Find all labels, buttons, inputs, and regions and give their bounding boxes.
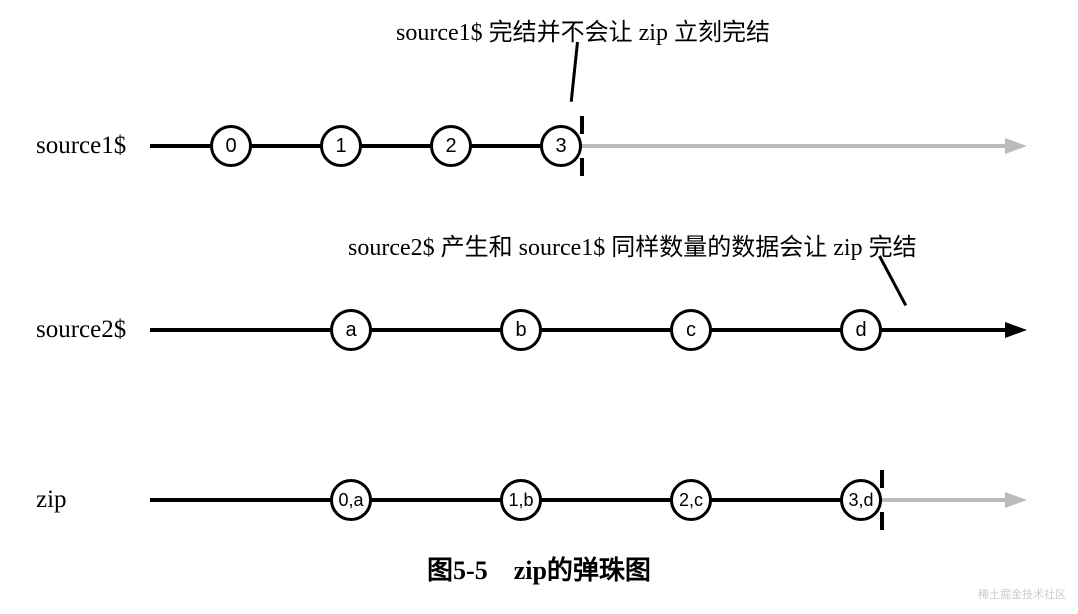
marble-source1-3: 3 bbox=[540, 125, 582, 167]
marble-zip-2: 2,c bbox=[670, 479, 712, 521]
timeline-source2-arrow bbox=[1005, 322, 1027, 338]
marble-source1-2: 2 bbox=[430, 125, 472, 167]
marble-source2-a: a bbox=[330, 309, 372, 351]
marble-source2-b: b bbox=[500, 309, 542, 351]
figure-caption: 图5-5 zip的弹珠图 bbox=[0, 550, 1078, 587]
timeline-zip-arrow bbox=[1005, 492, 1027, 508]
marble-source2-d: d bbox=[840, 309, 882, 351]
watermark: 稀土掘金技术社区 bbox=[978, 586, 1066, 602]
marble-zip-3: 3,d bbox=[840, 479, 882, 521]
annotation-source1-complete: source1$ 完结并不会让 zip 立刻完结 bbox=[396, 12, 770, 47]
stream-label-source1: source1$ bbox=[36, 132, 126, 160]
stream-label-source2: source2$ bbox=[36, 316, 126, 344]
marble-zip-1: 1,b bbox=[500, 479, 542, 521]
marble-source2-c: c bbox=[670, 309, 712, 351]
stream-label-zip: zip bbox=[36, 486, 67, 514]
annotation-source2-zip-complete: source2$ 产生和 source1$ 同样数量的数据会让 zip 完结 bbox=[348, 227, 917, 262]
marble-source1-0: 0 bbox=[210, 125, 252, 167]
annotation-pointer-2 bbox=[878, 255, 907, 306]
marble-source1-1: 1 bbox=[320, 125, 362, 167]
timeline-source1-completed bbox=[582, 144, 1005, 148]
marble-zip-0: 0,a bbox=[330, 479, 372, 521]
timeline-source1-arrow bbox=[1005, 138, 1027, 154]
annotation-pointer-1 bbox=[570, 42, 579, 102]
diagram-canvas: source1$ 完结并不会让 zip 立刻完结 source1$ 0 1 2 … bbox=[0, 0, 1078, 614]
complete-tick-source1-top bbox=[580, 116, 584, 134]
complete-tick-zip-bot bbox=[880, 512, 884, 530]
timeline-zip-completed bbox=[882, 498, 1005, 502]
complete-tick-zip-top bbox=[880, 470, 884, 488]
complete-tick-source1-bot bbox=[580, 158, 584, 176]
